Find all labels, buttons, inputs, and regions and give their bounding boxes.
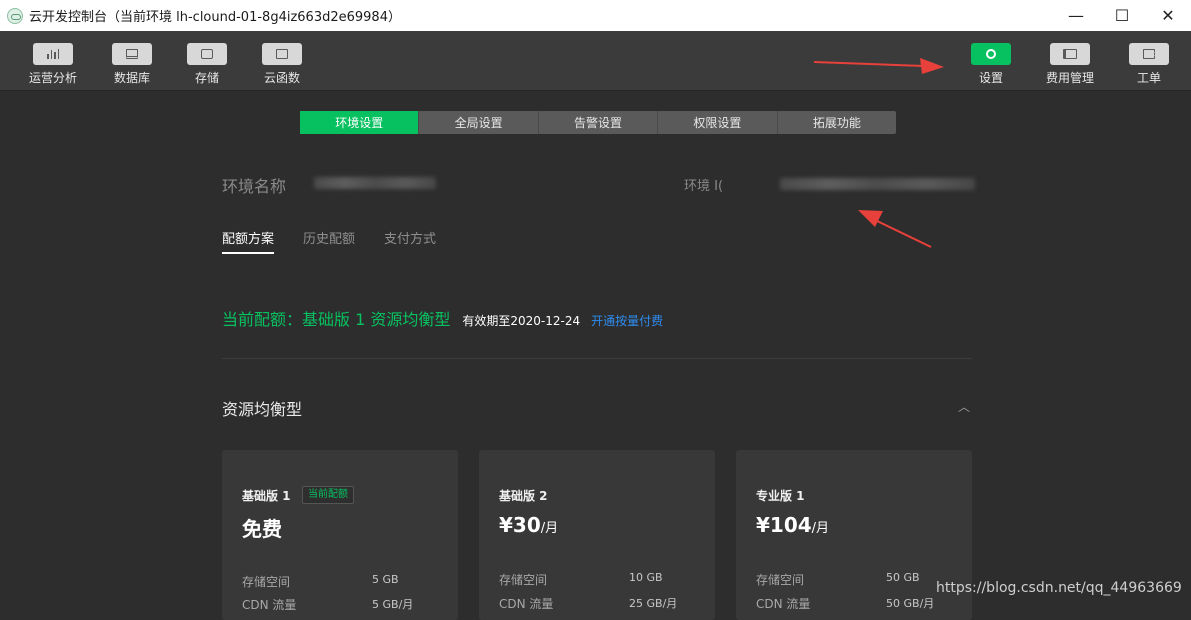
spec-value: 5 GB/月 xyxy=(372,598,414,611)
toolbar-functions[interactable]: 云函数 xyxy=(247,31,317,91)
toolbar-billing[interactable]: 费用管理 xyxy=(1035,31,1105,91)
tab-global-settings[interactable]: 全局设置 xyxy=(419,111,539,134)
toolbar-analytics[interactable]: 运营分析 xyxy=(18,31,88,91)
settings-tabs: 环境设置 全局设置 告警设置 权限设置 拓展功能 xyxy=(300,111,896,134)
toolbar-storage-label: 存储 xyxy=(194,71,219,85)
window-title: 云开发控制台（当前环境 lh-clound-01-8g4iz663d2e6998… xyxy=(29,10,401,25)
spec-row: CDN 流量 50 GB/月 xyxy=(756,595,956,612)
function-icon xyxy=(262,43,302,65)
tab-env-settings[interactable]: 环境设置 xyxy=(300,111,420,134)
maximize-button[interactable]: ☐ xyxy=(1099,0,1145,31)
tab-alert-settings[interactable]: 告警设置 xyxy=(539,111,659,134)
window-controls: — ☐ ✕ xyxy=(1053,0,1191,31)
ticket-icon xyxy=(1129,43,1169,65)
toolbar-settings-label: 设置 xyxy=(978,71,1003,85)
toolbar-functions-label: 云函数 xyxy=(263,71,300,85)
current-quota-text: 当前配额：基础版 1 资源均衡型 xyxy=(222,310,451,329)
current-quota: 当前配额：基础版 1 资源均衡型 有效期至2020-12-24 开通按量付费 xyxy=(222,306,663,330)
toolbar-database[interactable]: 数据库 xyxy=(97,31,167,91)
billing-icon xyxy=(1050,43,1090,65)
plan-card-basic-2[interactable]: 基础版 2 ¥30/月 存储空间 10 GB CDN 流量 25 GB/月 xyxy=(479,450,715,620)
toolbar-storage[interactable]: 存储 xyxy=(172,31,242,91)
tab-extensions[interactable]: 拓展功能 xyxy=(778,111,896,134)
database-icon xyxy=(112,43,152,65)
spec-row: 存储空间 5 GB xyxy=(242,573,442,590)
spec-label: CDN 流量 xyxy=(242,598,297,612)
annotation-arrow-settings xyxy=(813,58,944,74)
annotation-arrow-env-id xyxy=(858,210,932,248)
plan-price: ¥104/月 xyxy=(756,513,830,537)
tab-permission-settings[interactable]: 权限设置 xyxy=(658,111,778,134)
plan-price: ¥30/月 xyxy=(499,513,559,537)
subtab-payment-method[interactable]: 支付方式 xyxy=(384,228,436,254)
bar-chart-icon xyxy=(33,43,73,65)
storage-icon xyxy=(187,43,227,65)
toolbar-settings[interactable]: 设置 xyxy=(956,31,1026,91)
env-id-label: 环境 I( xyxy=(684,179,724,194)
plan-price: 免费 xyxy=(242,517,282,541)
spec-row: CDN 流量 25 GB/月 xyxy=(499,595,699,612)
subtab-quota-plan[interactable]: 配额方案 xyxy=(222,228,275,254)
spec-row: 存储空间 10 GB xyxy=(499,571,699,588)
minimize-button[interactable]: — xyxy=(1053,0,1099,31)
cloud-app-icon xyxy=(7,7,23,24)
toolbar-analytics-label: 运营分析 xyxy=(28,71,77,85)
env-id-redacted xyxy=(780,178,975,190)
subtab-quota-history[interactable]: 历史配额 xyxy=(303,228,355,254)
env-name-redacted xyxy=(314,177,436,189)
title-bar: 云开发控制台（当前环境 lh-clound-01-8g4iz663d2e6998… xyxy=(0,0,1191,31)
toolbar-tickets[interactable]: 工单 xyxy=(1114,31,1184,91)
spec-row: 存储空间 50 GB xyxy=(756,571,956,588)
enable-pay-as-you-go-link[interactable]: 开通按量付费 xyxy=(591,312,663,329)
spec-label: 存储空间 xyxy=(242,575,291,589)
spec-value: 5 GB xyxy=(372,573,399,586)
current-plan-badge: 当前配额 xyxy=(302,486,354,504)
plan-name: 基础版 2 xyxy=(499,489,548,503)
spec-value: 50 GB xyxy=(886,571,920,584)
toolbar-tickets-label: 工单 xyxy=(1136,71,1161,85)
watermark-url: https://blog.csdn.net/qq_44963669 xyxy=(936,580,1182,596)
spec-label: 存储空间 xyxy=(756,573,805,587)
quota-subtabs: 配额方案 历史配额 支付方式 xyxy=(222,228,465,254)
plan-name: 基础版 1 xyxy=(242,489,291,503)
main-toolbar: 运营分析 数据库 存储 云函数 设置 费用管理 工单 xyxy=(0,31,1191,91)
gear-icon xyxy=(971,43,1011,65)
quota-expiry: 有效期至2020-12-24 xyxy=(462,314,581,328)
close-button[interactable]: ✕ xyxy=(1145,0,1191,31)
toolbar-billing-label: 费用管理 xyxy=(1045,71,1094,85)
toolbar-database-label: 数据库 xyxy=(113,71,150,85)
section-title: 资源均衡型 xyxy=(222,400,303,419)
spec-value: 10 GB xyxy=(629,571,663,584)
plan-card-basic-1[interactable]: 基础版 1 当前配额 免费 存储空间 5 GB CDN 流量 5 GB/月 xyxy=(222,450,458,620)
plan-name: 专业版 1 xyxy=(756,489,805,503)
chevron-up-icon[interactable]: ︿ xyxy=(958,398,970,415)
spec-row: CDN 流量 5 GB/月 xyxy=(242,596,442,613)
env-name-label: 环境名称 xyxy=(222,177,287,196)
divider xyxy=(222,358,972,359)
spec-label: 存储空间 xyxy=(499,573,548,587)
